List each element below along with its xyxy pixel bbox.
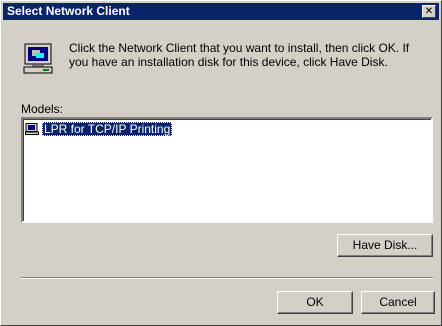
title-bar[interactable]: Select Network Client ✕ [3, 3, 439, 20]
ok-button[interactable]: OK [277, 291, 353, 314]
instruction-text: Click the Network Client that you want t… [69, 41, 410, 69]
models-listbox[interactable]: LPR for TCP/IP Printing [21, 117, 433, 223]
select-network-client-dialog: Select Network Client ✕ Click the Networ… [0, 0, 442, 326]
window-title: Select Network Client [7, 4, 130, 18]
close-button[interactable]: ✕ [422, 5, 436, 18]
list-item-label: LPR for TCP/IP Printing [42, 122, 173, 136]
separator [21, 277, 433, 279]
close-icon: ✕ [424, 6, 434, 17]
list-item[interactable]: LPR for TCP/IP Printing [25, 122, 173, 136]
models-label: Models: [21, 102, 64, 116]
network-client-icon [25, 123, 39, 135]
network-computer-icon [21, 41, 55, 75]
have-disk-button[interactable]: Have Disk... [337, 234, 433, 257]
cancel-button[interactable]: Cancel [361, 291, 435, 314]
